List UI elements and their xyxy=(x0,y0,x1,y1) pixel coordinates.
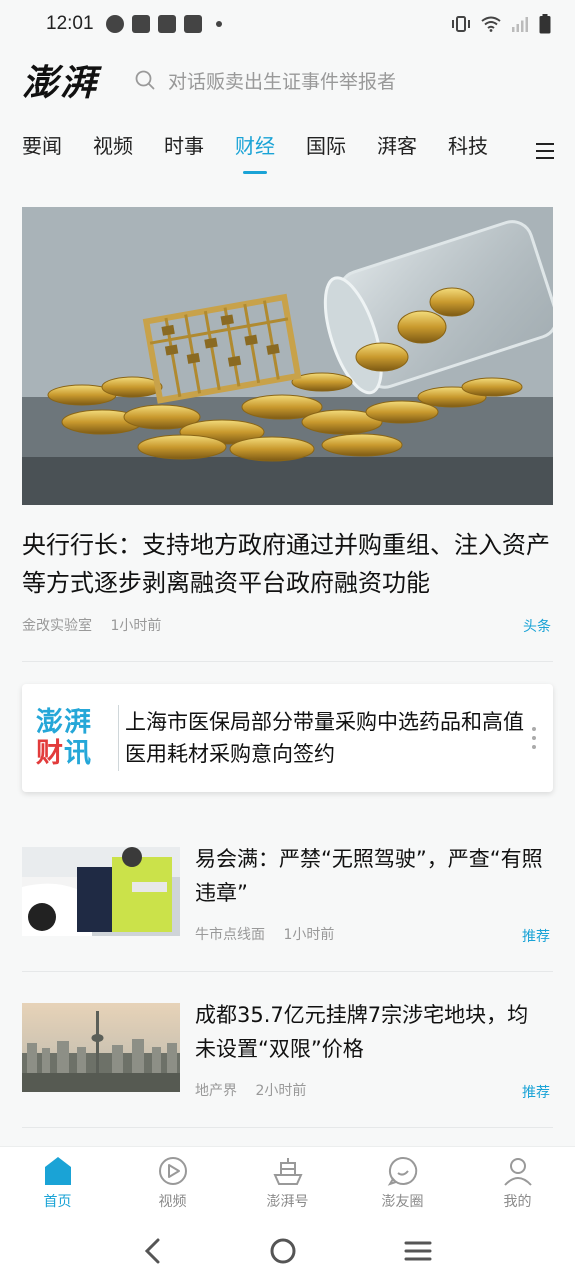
article-headline[interactable]: 易会满：严禁“无照驾驶”，严查“有照违章” xyxy=(195,842,545,910)
promo-separator xyxy=(118,705,119,771)
article-headline[interactable]: 成都35.7亿元挂牌7宗涉宅地块，均未设置“双限”价格 xyxy=(195,998,545,1066)
recents-icon[interactable] xyxy=(404,1240,432,1262)
notification-icon xyxy=(183,15,202,33)
hero-headline[interactable]: 央行行长：支持地方政府通过并购重组、注入资产等方式逐步剥离融资平台政府融资功能 xyxy=(22,526,554,602)
ship-icon xyxy=(272,1158,303,1185)
channel-tabs: 要闻 视频 时事 财经 国际 湃客 科技 xyxy=(0,118,575,180)
more-notifications-icon xyxy=(215,21,222,27)
search-icon xyxy=(135,70,155,90)
status-bar: 12:01 xyxy=(0,0,575,48)
tab-pengpaihao[interactable]: 澎湃号 xyxy=(230,1147,345,1222)
article-meta: 牛市点线面 1小时前 xyxy=(195,924,348,944)
article-tag: 推荐 xyxy=(522,1085,550,1101)
hero-source: 金改实验室 xyxy=(22,618,92,634)
search-placeholder[interactable]: 对话贩卖出生证事件举报者 xyxy=(168,67,396,94)
hero-image[interactable] xyxy=(22,207,553,505)
home-icon xyxy=(44,1157,71,1185)
hero-meta: 金改实验室 1小时前 xyxy=(22,615,175,635)
finance-news-card[interactable]: 澎湃 财讯 上海市医保局部分带量采购中选药品和高值医用耗材采购意向签约 xyxy=(22,684,553,792)
article-source: 地产界 xyxy=(195,1083,237,1099)
article-meta: 地产界 2小时前 xyxy=(195,1080,320,1100)
divider xyxy=(22,971,553,972)
article-tag: 推荐 xyxy=(522,929,550,945)
promo-headline[interactable]: 上海市医保局部分带量采购中选药品和高值医用耗材采购意向签约 xyxy=(125,706,527,770)
wifi-icon xyxy=(481,16,501,32)
user-icon xyxy=(503,1158,532,1186)
tab-mine[interactable]: 我的 xyxy=(460,1147,575,1222)
article-thumbnail[interactable] xyxy=(22,847,180,936)
notification-icon xyxy=(157,15,176,33)
bottom-tab-bar: 首页 视频 澎湃号 澎友圈 我的 xyxy=(0,1146,575,1222)
vibrate-icon xyxy=(452,16,470,32)
back-icon[interactable] xyxy=(143,1238,163,1264)
battery-icon xyxy=(539,14,551,34)
article-time: 1小时前 xyxy=(283,927,335,943)
article-time: 2小时前 xyxy=(255,1083,307,1099)
tab-yaowen[interactable]: 要闻 xyxy=(22,118,62,178)
channel-menu-icon[interactable] xyxy=(535,142,555,160)
coins-abacus-illustration xyxy=(22,207,553,505)
hero-tag: 头条 xyxy=(523,619,551,635)
article-thumbnail[interactable] xyxy=(22,1003,180,1092)
tab-paike[interactable]: 湃客 xyxy=(377,118,417,178)
more-options-icon[interactable] xyxy=(531,726,537,750)
system-navigation-bar xyxy=(0,1222,575,1280)
hero-time: 1小时前 xyxy=(110,618,162,634)
status-time: 12:01 xyxy=(46,13,94,34)
tab-finance[interactable]: 财经 xyxy=(235,118,275,178)
notification-icon xyxy=(105,15,124,33)
tab-international[interactable]: 国际 xyxy=(306,118,346,178)
notification-icon xyxy=(131,15,150,33)
divider xyxy=(22,661,553,662)
divider xyxy=(22,1127,553,1128)
tab-home[interactable]: 首页 xyxy=(0,1147,115,1222)
traffic-police-image xyxy=(22,847,180,936)
home-button-icon[interactable] xyxy=(269,1237,297,1265)
play-icon xyxy=(158,1157,187,1185)
signal-icon xyxy=(512,17,528,32)
tab-tech[interactable]: 科技 xyxy=(448,118,488,178)
app-header: 澎湃 对话贩卖出生证事件举报者 xyxy=(0,50,575,110)
search-bar[interactable]: 对话贩卖出生证事件举报者 xyxy=(134,67,553,94)
article-source: 牛市点线面 xyxy=(195,927,265,943)
tab-video[interactable]: 视频 xyxy=(115,1147,230,1222)
chat-icon xyxy=(387,1156,417,1186)
pengpai-caixun-logo: 澎湃 财讯 xyxy=(36,707,92,769)
tab-video[interactable]: 视频 xyxy=(93,118,133,178)
city-skyline-image xyxy=(22,1003,180,1092)
tab-current-affairs[interactable]: 时事 xyxy=(164,118,204,178)
app-logo[interactable]: 澎湃 xyxy=(22,54,122,106)
tab-pengyouquan[interactable]: 澎友圈 xyxy=(345,1147,460,1222)
